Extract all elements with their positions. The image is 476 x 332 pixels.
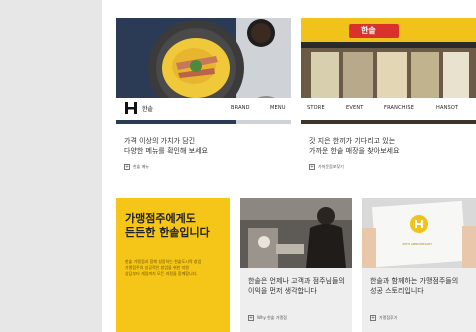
- hansot-logo-icon[interactable]: [124, 101, 138, 115]
- success-card-caption: 한솥과 함께하는 가맹점주들의 성공 스토리입니다: [370, 277, 459, 295]
- owner-more-link[interactable]: + Why 한솥 가맹점: [248, 315, 287, 321]
- menu-card-caption: 가격 이상의 가치가 담긴 다양한 메뉴를 확인해 보세요: [124, 137, 208, 155]
- menu-more-link[interactable]: + 한솥 메뉴: [124, 164, 149, 170]
- store-more-link[interactable]: + 가까운점포찾기: [309, 164, 344, 170]
- nav-item-hansot[interactable]: HANSOT: [436, 105, 458, 111]
- promo-headline: 가맹점주에게도 든든한 한솥입니다: [125, 212, 210, 239]
- nav-item-store[interactable]: STORE: [307, 105, 325, 111]
- store-sign-text: 한솥: [361, 26, 376, 35]
- store-card-caption: 갓 지은 한끼가 기다리고 있는 가까운 한솥 매장을 찾아보세요: [309, 137, 400, 155]
- owner-card-caption: 한솥은 언제나 고객과 점주님들의 이익을 먼저 생각합니다: [248, 277, 345, 295]
- anniversary-text: 30TH ANNIVERSARY: [402, 242, 433, 246]
- franchise-promo: 가맹점주에게도 든든한 한솥입니다 한솥 가맹점과 함께 성장하는 한솥도시락 …: [116, 198, 230, 332]
- plus-icon: +: [248, 314, 254, 321]
- nav-item-franchise[interactable]: FRANCHISE: [384, 105, 414, 111]
- chef-image: [240, 198, 352, 268]
- nav-item-brand[interactable]: BRAND: [231, 105, 250, 111]
- owner-card[interactable]: 한솥은 언제나 고객과 점주님들의 이익을 먼저 생각합니다 + Why 한솥 …: [240, 198, 352, 332]
- plus-icon: +: [124, 163, 130, 170]
- left-margin: [0, 0, 102, 332]
- nav-item-event[interactable]: EVENT: [346, 105, 364, 111]
- main-navigation: 한솥 BRAND MENU STORE EVENT FRANCHISE HANS…: [116, 98, 476, 120]
- success-more-link[interactable]: + 가맹점후기: [370, 315, 397, 321]
- promo-body: 한솥 가맹점과 함께 성장하는 한솥도시락 창업 가맹점주의 성공적인 창업을 …: [125, 259, 202, 276]
- anniversary-image: 30TH ANNIVERSARY: [362, 198, 476, 268]
- nav-item-menu[interactable]: MENU: [270, 105, 286, 111]
- plus-icon: +: [370, 314, 376, 321]
- success-story-card[interactable]: 30TH ANNIVERSARY 한솥과 함께하는 가맹점주들의 성공 스토리입…: [362, 198, 476, 332]
- plus-icon: +: [309, 163, 315, 170]
- brand-name: 한솥: [142, 106, 154, 113]
